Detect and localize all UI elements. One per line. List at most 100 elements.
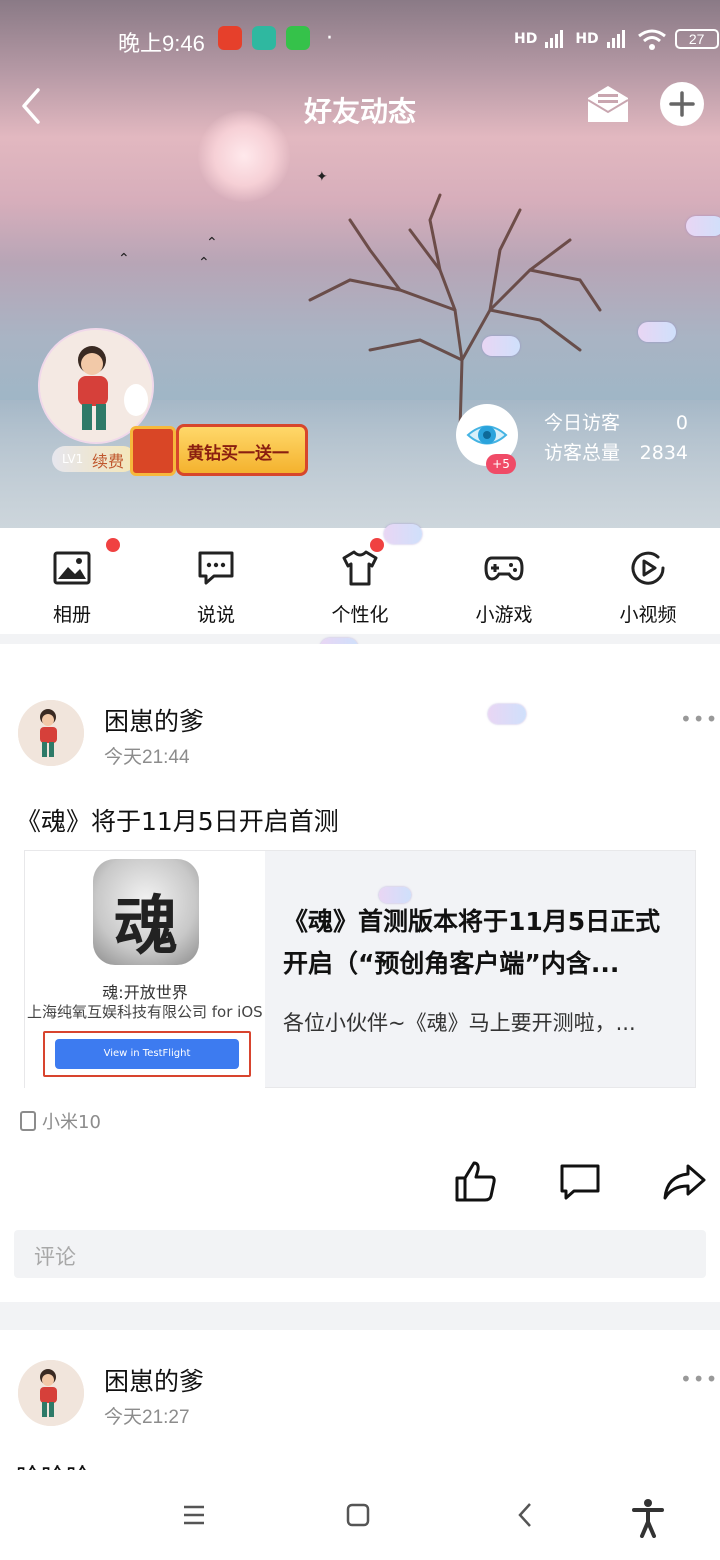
bird-graphic: ⌃ [198, 255, 210, 271]
more-notifications-dot: · [326, 26, 333, 51]
card-description: 各位小伙伴~《魂》马上要开测啦，... [283, 1011, 636, 1035]
notification-app-icon [218, 26, 242, 50]
section-divider [0, 634, 720, 644]
like-button[interactable] [454, 1160, 498, 1202]
home-nav-button[interactable] [338, 1498, 378, 1532]
plus-icon [669, 91, 695, 117]
post-avatar[interactable] [18, 1360, 84, 1426]
more-options-icon[interactable]: ••• [680, 709, 717, 729]
device-name: 小米10 [42, 1112, 101, 1133]
menu-nav-button[interactable] [174, 1498, 214, 1532]
notification-dot [106, 538, 120, 552]
app-icon-glyph: 魂 [114, 889, 178, 964]
menu-item-personalize[interactable]: 个性化 [288, 524, 432, 634]
game-app-icon: 魂 [93, 859, 199, 965]
testflight-button: View in TestFlight [55, 1039, 239, 1069]
vip-emblem [130, 426, 176, 476]
bird-graphic: ⌃ [118, 251, 130, 267]
video-play-icon [631, 551, 665, 585]
status-indicators: HD HD 27 [514, 28, 719, 50]
comment-input[interactable]: 评论 [14, 1230, 706, 1278]
signal-bars-icon [606, 30, 625, 48]
signal-icon: HD [514, 31, 538, 47]
today-visitors-label: 今日访客 [544, 412, 621, 434]
menu-label: 小游戏 [475, 604, 533, 626]
total-visitors-row: 访客总量 2834 [544, 438, 688, 468]
comment-icon [560, 1164, 600, 1200]
status-time: 晚上9:46 [118, 31, 205, 56]
battery-indicator: 27 [674, 29, 719, 49]
card-thumbnail: 魂 魂:开放世界 上海纯氧互娱科技有限公司 for iOS View in Te… [25, 851, 265, 1089]
card-title: 《魂》首测版本将于11月5日正式开启（“预创角客户端”内含... [283, 907, 661, 978]
thumbs-up-icon [455, 1161, 496, 1202]
post-avatar[interactable] [18, 700, 84, 766]
vip-promo-text: 黄钻买一送一 [187, 444, 289, 464]
menu-label: 相册 [52, 604, 91, 626]
back-nav-button[interactable] [506, 1498, 546, 1532]
gamepad-icon [484, 556, 524, 581]
post-time: 今天21:44 [104, 747, 190, 768]
phone-icon [20, 1111, 36, 1131]
comment-button[interactable] [558, 1160, 602, 1202]
comment-placeholder: 评论 [34, 1245, 76, 1269]
menu-label: 小视频 [619, 604, 677, 626]
cloud-decoration [482, 336, 520, 356]
back-button[interactable] [12, 80, 52, 130]
accessibility-icon [632, 1499, 664, 1538]
hamburger-icon [184, 1505, 204, 1525]
menu-item-album[interactable]: 相册 [0, 528, 144, 634]
wifi-icon [637, 29, 666, 50]
highlight-frame: View in TestFlight [43, 1031, 251, 1077]
cloud-decoration [638, 322, 676, 342]
menu-label: 说说 [196, 604, 235, 626]
thumb-app-name: 魂:开放世界 [102, 983, 188, 1002]
menu-label: 个性化 [331, 604, 389, 626]
chevron-left-icon [518, 1503, 531, 1527]
today-visitors-row: 今日访客 0 [544, 408, 688, 438]
new-visitors-badge: +5 [486, 454, 516, 474]
level-badge[interactable]: LV1 续费 [52, 446, 136, 472]
square-icon [346, 1503, 370, 1527]
link-card[interactable]: 魂 魂:开放世界 上海纯氧互娱科技有限公司 for iOS View in Te… [24, 850, 696, 1089]
visitor-stats: 今日访客 0 访客总量 2834 [544, 408, 688, 468]
tree-illustration [308, 193, 602, 430]
iqiyi-icon [286, 26, 310, 50]
add-button[interactable] [660, 82, 704, 126]
level-text: LV1 [62, 452, 84, 466]
section-divider [0, 1302, 720, 1330]
total-visitors-label: 访客总量 [544, 442, 621, 464]
thumb-company: 上海纯氧互娱科技有限公司 for iOS [27, 1003, 263, 1021]
avatar-illustration [18, 700, 84, 766]
avatar-illustration [18, 1360, 84, 1426]
shirt-icon [342, 550, 378, 586]
more-options-icon[interactable]: ••• [680, 1369, 717, 1389]
notification-app-icon [252, 26, 276, 50]
device-tag: 小米10 [20, 1108, 101, 1134]
profile-cover: ✦ ⌃ ⌃ ⌃ 晚上9:46 · HD HD 27 好友动态 LV1 续费 黄钻… [0, 0, 720, 528]
cloud-decoration [379, 887, 411, 903]
messages-button[interactable] [586, 84, 630, 124]
post-author[interactable]: 困崽的爹 [104, 702, 204, 738]
accessibility-button[interactable] [628, 1498, 668, 1538]
speech-icon [198, 551, 234, 585]
menu-item-games[interactable]: 小游戏 [432, 528, 576, 634]
menu-item-videos[interactable]: 小视频 [576, 528, 720, 634]
total-visitors-value: 2834 [639, 442, 688, 464]
feature-menu: 相册 说说 个性化 小游戏 小视频 [0, 524, 720, 634]
post-time: 今天21:27 [104, 1407, 190, 1428]
status-bar: 晚上9:46 · HD HD 27 [0, 22, 720, 58]
chevron-left-icon [22, 88, 40, 124]
bird-graphic: ✦ [316, 169, 328, 185]
post-author[interactable]: 困崽的爹 [104, 1362, 204, 1398]
menu-item-posts[interactable]: 说说 [144, 528, 288, 634]
cloud-decoration [488, 704, 526, 724]
share-button[interactable] [662, 1160, 706, 1202]
top-nav: 好友动态 [0, 78, 720, 134]
signal-icon: HD [575, 31, 599, 47]
mail-icon [587, 86, 629, 122]
renew-link[interactable]: 续费 [92, 448, 124, 472]
status-app-icons [218, 26, 310, 50]
vip-promo-button[interactable]: 黄钻买一送一 [176, 424, 308, 476]
notification-dot [370, 538, 384, 552]
signal-bars-icon [545, 30, 564, 48]
